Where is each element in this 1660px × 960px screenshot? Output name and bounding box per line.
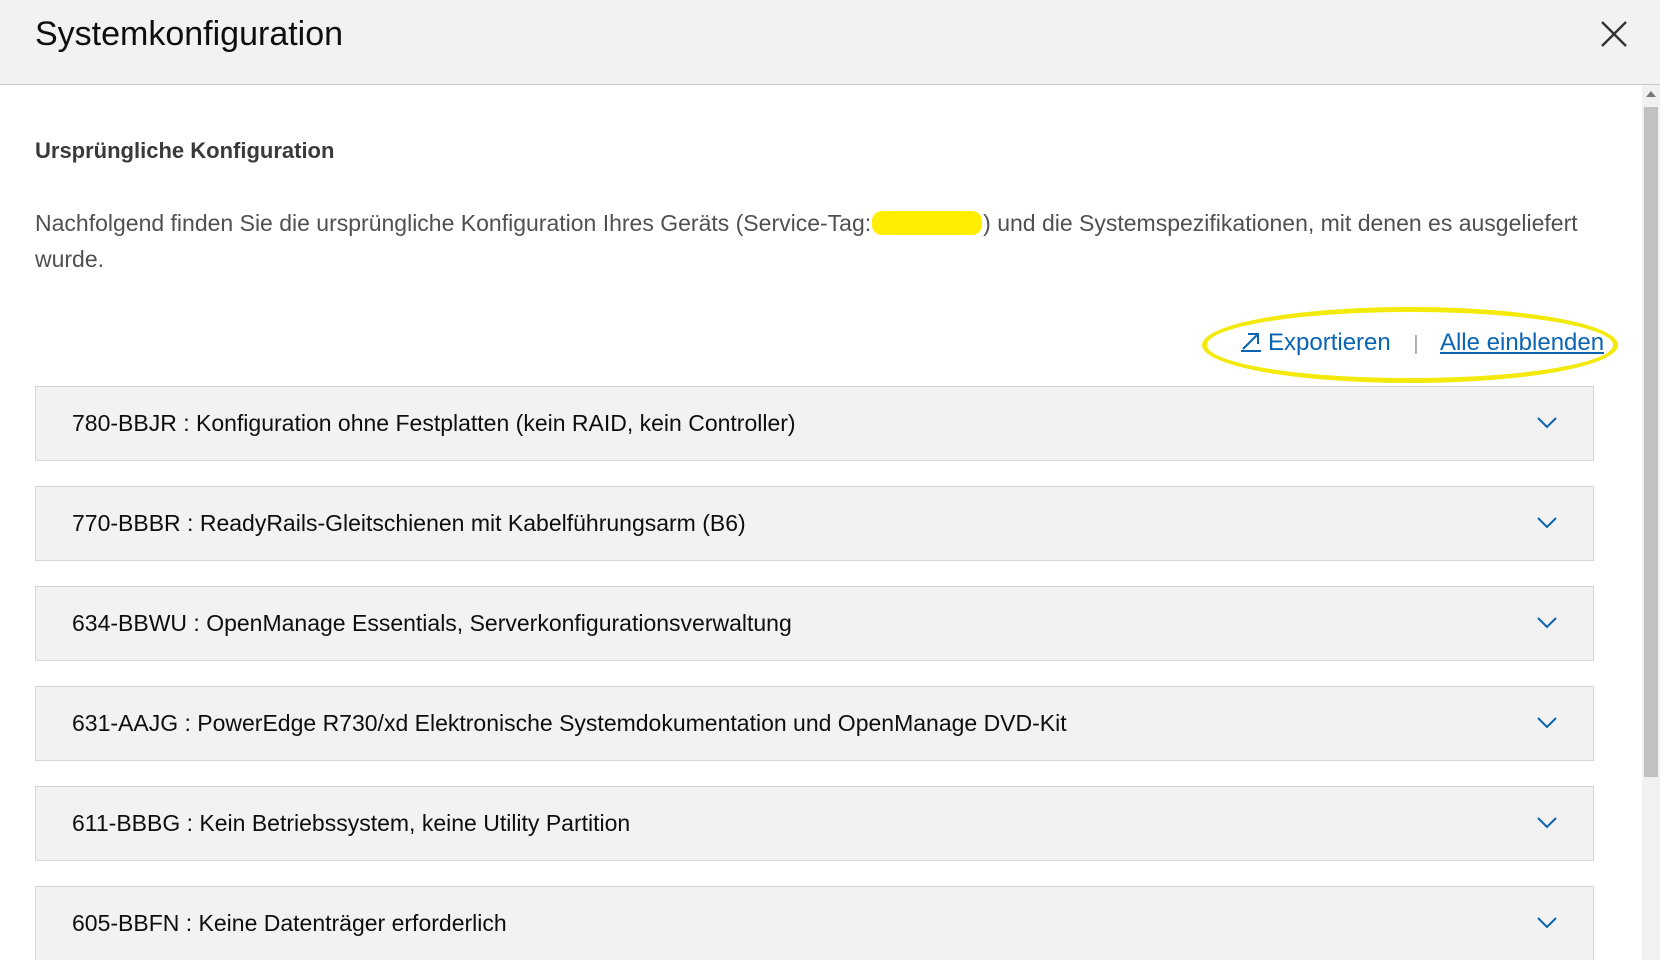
accordion-item[interactable]: 611-BBBG : Kein Betriebssystem, keine Ut… [35,786,1594,861]
accordion-item-label: 780-BBJR : Konfiguration ohne Festplatte… [72,410,796,436]
modal-body: Ursprüngliche Konfiguration Nachfolgend … [0,85,1642,960]
accordion-item[interactable]: 631-AAJG : PowerEdge R730/xd Elektronisc… [35,686,1594,761]
accordion-item-label: 631-AAJG : PowerEdge R730/xd Elektronisc… [72,710,1067,736]
chevron-down-icon [1537,717,1557,729]
chevron-down-icon [1537,917,1557,929]
modal-header: Systemkonfiguration [0,0,1660,85]
section-heading: Ursprüngliche Konfiguration [35,138,335,163]
show-all-link[interactable]: Alle einblenden [1440,329,1604,356]
accordion-item[interactable]: 770-BBBR : ReadyRails-Gleitschienen mit … [35,486,1594,561]
chevron-down-icon [1537,417,1557,429]
accordion-item-label: 605-BBFN : Keine Datenträger erforderlic… [72,910,507,936]
chevron-down-icon [1537,617,1557,629]
export-link[interactable]: Exportieren [1240,329,1397,356]
accordion-item[interactable]: 780-BBJR : Konfiguration ohne Festplatte… [35,386,1594,461]
accordion-item[interactable]: 605-BBFN : Keine Datenträger erforderlic… [35,886,1594,960]
accordion-item-label: 634-BBWU : OpenManage Essentials, Server… [72,610,792,636]
vertical-scrollbar[interactable] [1642,85,1660,960]
section-description: Nachfolgend finden Sie die ursprüngliche… [35,205,1595,277]
chevron-down-icon [1537,517,1557,529]
accordion-item[interactable]: 634-BBWU : OpenManage Essentials, Server… [35,586,1594,661]
scrollbar-thumb[interactable] [1644,107,1658,777]
accordion-item-label: 611-BBBG : Kein Betriebssystem, keine Ut… [72,810,631,836]
external-link-icon [1241,333,1261,352]
close-x-icon [1601,21,1627,47]
description-text-start: Nachfolgend finden Sie die ursprüngliche… [35,210,872,236]
close-button[interactable] [1596,16,1632,52]
toolbar: Exportieren | Alle einblenden [1240,325,1604,361]
toolbar-separator: | [1413,333,1419,355]
accordion-item-label: 770-BBBR : ReadyRails-Gleitschienen mit … [72,510,746,536]
chevron-down-icon [1537,817,1557,829]
redacted-service-tag [872,211,983,235]
export-label: Exportieren [1268,329,1391,356]
scroll-up-arrow-icon[interactable] [1646,91,1656,97]
accordion-list: 780-BBJR : Konfiguration ohne Festplatte… [35,386,1594,960]
modal-title: Systemkonfiguration [35,15,344,53]
